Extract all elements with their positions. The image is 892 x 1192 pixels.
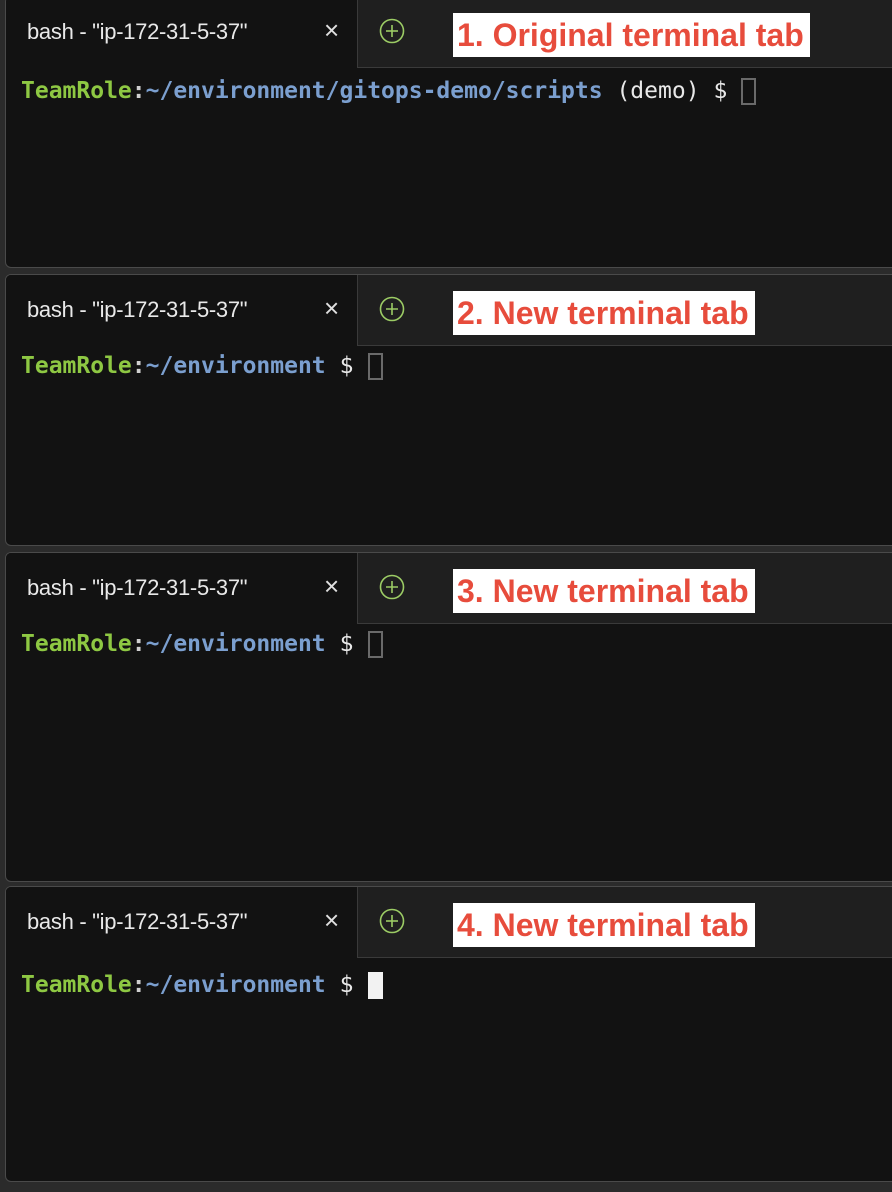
annotation-label: 3. New terminal tab [453,569,755,613]
cursor [367,630,383,658]
prompt-path: ~/environment [145,972,326,998]
terminal-tab[interactable]: bash - "ip-172-31-5-37" × [6,553,358,624]
terminal-prompt[interactable]: TeamRole: ~/environment/gitops-demo/scrip… [21,71,757,111]
annotation-label: 4. New terminal tab [453,903,755,947]
prompt-symbol: $ [713,78,728,104]
annotation-label: 2. New terminal tab [453,291,755,335]
tab-bar: bash - "ip-172-31-5-37" × 1. Original te… [6,0,892,68]
tab-title: bash - "ip-172-31-5-37" [27,575,248,600]
prompt-user: TeamRole [21,78,132,104]
close-icon[interactable]: × [324,905,339,935]
tab-title: bash - "ip-172-31-5-37" [27,297,248,322]
cursor [741,77,757,105]
tab-title: bash - "ip-172-31-5-37" [27,19,248,44]
cursor [367,971,383,999]
plus-circle-icon[interactable] [379,18,405,44]
plus-circle-icon[interactable] [379,574,405,600]
prompt-user: TeamRole [21,353,132,379]
prompt-symbol: $ [339,353,354,379]
terminal-prompt[interactable]: TeamRole: ~/environment $ [21,346,383,386]
close-icon[interactable]: × [324,293,339,323]
terminal-tab[interactable]: bash - "ip-172-31-5-37" × [6,275,358,346]
close-icon[interactable]: × [324,571,339,601]
prompt-symbol: $ [339,972,354,998]
terminal-panel-4: bash - "ip-172-31-5-37" × 4. New termina… [5,886,892,1182]
terminal-prompt[interactable]: TeamRole: ~/environment $ [21,624,383,664]
prompt-symbol: $ [339,631,354,657]
prompt-path: ~/environment [145,353,326,379]
prompt-colon: : [131,972,146,998]
prompt-colon: : [131,78,146,104]
terminal-panel-2: bash - "ip-172-31-5-37" × 2. New termina… [5,274,892,546]
prompt-path: ~/environment [145,631,326,657]
tab-bar: bash - "ip-172-31-5-37" × 4. New termina… [6,887,892,958]
close-icon[interactable]: × [324,15,339,45]
plus-circle-icon[interactable] [379,908,405,934]
terminal-tab[interactable]: bash - "ip-172-31-5-37" × [6,887,358,958]
terminal-panel-1: bash - "ip-172-31-5-37" × 1. Original te… [5,0,892,268]
prompt-path: ~/environment/gitops-demo/scripts [145,78,603,104]
terminal-tab[interactable]: bash - "ip-172-31-5-37" × [6,0,358,68]
plus-circle-icon[interactable] [379,296,405,322]
tab-bar: bash - "ip-172-31-5-37" × 3. New termina… [6,553,892,624]
prompt-user: TeamRole [21,631,132,657]
prompt-branch: (demo) [602,78,700,104]
terminal-prompt[interactable]: TeamRole: ~/environment $ [21,965,383,1005]
prompt-colon: : [131,631,146,657]
prompt-user: TeamRole [21,972,132,998]
tab-bar: bash - "ip-172-31-5-37" × 2. New termina… [6,275,892,346]
terminal-panel-3: bash - "ip-172-31-5-37" × 3. New termina… [5,552,892,882]
cursor [367,352,383,380]
prompt-colon: : [131,353,146,379]
tab-title: bash - "ip-172-31-5-37" [27,909,248,934]
annotation-label: 1. Original terminal tab [453,13,810,57]
